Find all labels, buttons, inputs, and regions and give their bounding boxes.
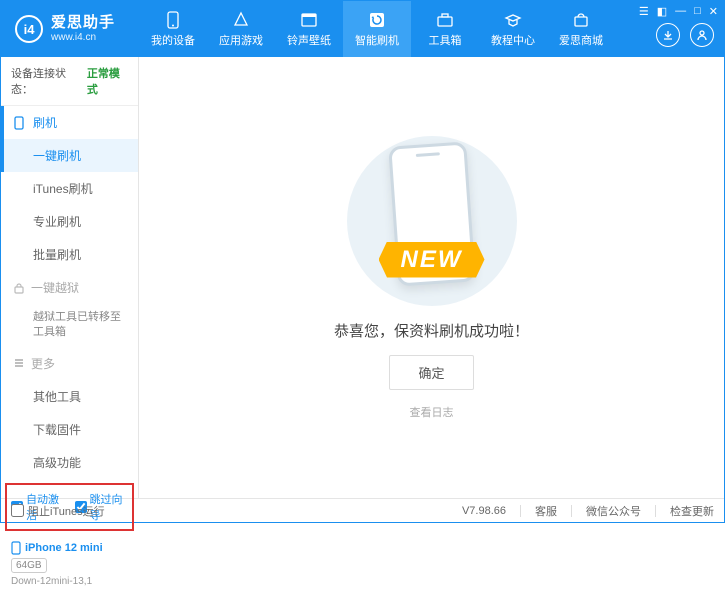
tab-ringtones[interactable]: 铃声壁纸	[275, 1, 343, 57]
wechat-link[interactable]: 微信公众号	[586, 503, 641, 519]
wallpaper-icon	[300, 11, 318, 29]
skin-icon[interactable]: ◧	[657, 5, 667, 18]
sidebar-item-batch-flash[interactable]: 批量刷机	[1, 238, 138, 271]
tab-label: 我的设备	[151, 32, 195, 48]
sidebar-item-advanced[interactable]: 高级功能	[1, 446, 138, 479]
tab-label: 爱思商城	[559, 32, 603, 48]
conn-mode: 正常模式	[87, 65, 128, 97]
phone-icon	[164, 11, 182, 29]
brand-area: i4 爱思助手 www.i4.cn	[1, 14, 129, 44]
appstore-icon	[232, 11, 250, 29]
list-icon	[13, 357, 25, 369]
sidebar-item-itunes-flash[interactable]: iTunes刷机	[1, 172, 138, 205]
logo-icon: i4	[15, 15, 43, 43]
tab-label: 工具箱	[429, 32, 462, 48]
phone-icon	[11, 541, 21, 555]
close-icon[interactable]: ✕	[709, 5, 718, 18]
sidebar: 设备连接状态： 正常模式 刷机 一键刷机 iTunes刷机 专业刷机 批量刷机 …	[1, 57, 139, 498]
tab-toolbox[interactable]: 工具箱	[411, 1, 479, 57]
tab-label: 铃声壁纸	[287, 32, 331, 48]
sidebar-item-other-tools[interactable]: 其他工具	[1, 380, 138, 413]
customer-service-link[interactable]: 客服	[535, 503, 557, 519]
nav-tabs: 我的设备 应用游戏 铃声壁纸 智能刷机 工具箱 教程中心 爱思商城	[139, 1, 615, 57]
sidebar-section-more[interactable]: 更多	[1, 347, 138, 380]
minimize-icon[interactable]: —	[675, 5, 686, 18]
view-log-link[interactable]: 查看日志	[410, 404, 454, 420]
new-ribbon: NEW	[379, 242, 485, 278]
app-header: i4 爱思助手 www.i4.cn 我的设备 应用游戏 铃声壁纸 智能刷机 工具…	[1, 1, 724, 57]
sidebar-item-pro-flash[interactable]: 专业刷机	[1, 205, 138, 238]
tab-label: 应用游戏	[219, 32, 263, 48]
user-button[interactable]	[690, 23, 714, 47]
main-content: NEW 恭喜您，保资料刷机成功啦！ 确定 查看日志	[139, 57, 724, 498]
sidebar-section-jailbreak: 一键越狱	[1, 271, 138, 304]
lock-icon	[13, 282, 25, 294]
tab-label: 教程中心	[491, 32, 535, 48]
refresh-icon	[368, 11, 386, 29]
tab-my-device[interactable]: 我的设备	[139, 1, 207, 57]
jailbreak-note: 越狱工具已转移至工具箱	[1, 304, 138, 347]
store-icon	[572, 11, 590, 29]
tab-apps[interactable]: 应用游戏	[207, 1, 275, 57]
header-right	[656, 23, 714, 47]
tab-tutorials[interactable]: 教程中心	[479, 1, 547, 57]
menu-icon[interactable]: ☰	[639, 5, 649, 18]
connection-status: 设备连接状态： 正常模式	[1, 57, 138, 106]
more-label: 更多	[31, 355, 55, 372]
section-label: 刷机	[33, 114, 57, 131]
window-controls: ☰ ◧ — □ ✕	[639, 5, 718, 18]
version-label: V7.98.66	[462, 505, 506, 517]
brand-url: www.i4.cn	[51, 32, 115, 44]
device-sub: Down-12mini-13,1	[11, 576, 128, 587]
jailbreak-label: 一键越狱	[31, 279, 79, 296]
sidebar-item-oneclick-flash[interactable]: 一键刷机	[1, 139, 138, 172]
maximize-icon[interactable]: □	[694, 5, 701, 18]
conn-label: 设备连接状态：	[11, 65, 83, 97]
phone-icon	[13, 116, 25, 130]
success-illustration: NEW	[327, 136, 537, 306]
tab-store[interactable]: 爱思商城	[547, 1, 615, 57]
graduation-icon	[504, 11, 522, 29]
toolbox-icon	[436, 11, 454, 29]
sidebar-item-download-firmware[interactable]: 下载固件	[1, 413, 138, 446]
checkbox-block-itunes[interactable]: 阻止iTunes运行	[11, 503, 105, 519]
tab-label: 智能刷机	[355, 32, 399, 48]
download-button[interactable]	[656, 23, 680, 47]
device-block[interactable]: iPhone 12 mini 64GB Down-12mini-13,1	[1, 535, 138, 593]
device-storage-badge: 64GB	[11, 558, 47, 573]
success-message: 恭喜您，保资料刷机成功啦！	[334, 320, 529, 341]
brand-name: 爱思助手	[51, 14, 115, 32]
sidebar-section-flash[interactable]: 刷机	[1, 106, 138, 139]
check-update-link[interactable]: 检查更新	[670, 503, 714, 519]
device-name: iPhone 12 mini	[11, 541, 128, 555]
confirm-button[interactable]: 确定	[389, 355, 473, 390]
tab-flash[interactable]: 智能刷机	[343, 1, 411, 57]
